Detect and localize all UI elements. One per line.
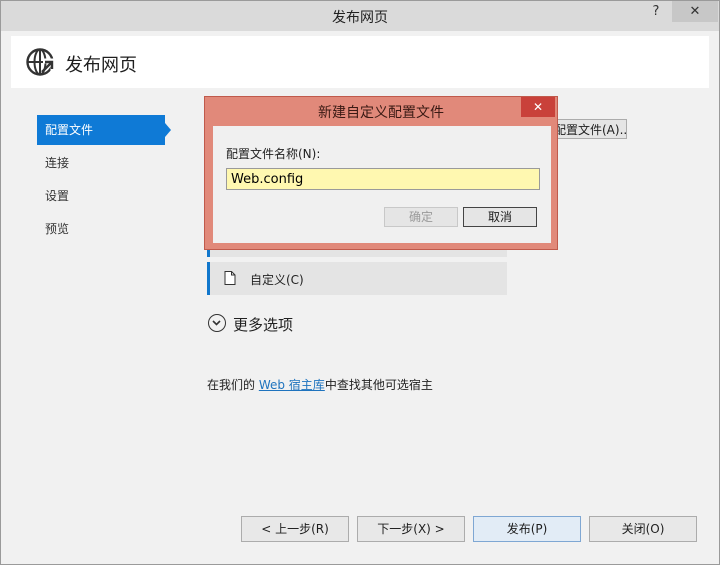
nav-item-connection[interactable]: 连接 bbox=[37, 148, 165, 178]
page-header: 发布网页 bbox=[11, 36, 709, 88]
custom-option-label: 自定义(C) bbox=[250, 273, 304, 287]
window-close-button[interactable]: ✕ bbox=[672, 1, 718, 22]
profile-button[interactable]: 配置文件(A)... bbox=[549, 119, 627, 139]
cancel-button[interactable]: 取消 bbox=[463, 207, 537, 227]
close-button[interactable]: 关闭(O) bbox=[589, 516, 697, 542]
nav-item-profile[interactable]: 配置文件 bbox=[37, 115, 165, 145]
dialog-close-button[interactable]: ✕ bbox=[521, 97, 555, 117]
publish-web-window: 发布网页 ? ✕ 发布网页 配置文件 连接 设置 预览 配置文件(A)... 自… bbox=[0, 0, 720, 565]
document-icon bbox=[224, 271, 236, 285]
new-custom-profile-dialog: 新建自定义配置文件 ✕ 配置文件名称(N): 确定 取消 bbox=[204, 96, 558, 250]
nav-active-arrow bbox=[165, 123, 171, 137]
host-text-before: 在我们的 bbox=[207, 378, 259, 392]
globe-publish-icon bbox=[26, 48, 55, 76]
help-button[interactable]: ? bbox=[649, 4, 663, 22]
web-host-gallery-link[interactable]: Web 宿主库 bbox=[259, 378, 325, 392]
profile-option-custom[interactable]: 自定义(C) bbox=[207, 262, 507, 295]
previous-button[interactable]: < 上一步(R) bbox=[241, 516, 349, 542]
profile-name-input[interactable] bbox=[226, 168, 540, 190]
host-gallery-text: 在我们的 Web 宿主库中查找其他可选宿主 bbox=[207, 376, 433, 393]
more-options-label: 更多选项 bbox=[233, 316, 294, 334]
chevron-down-circle-icon bbox=[208, 314, 226, 332]
next-button[interactable]: 下一步(X) > bbox=[357, 516, 465, 542]
window-titlebar[interactable]: 发布网页 ? ✕ bbox=[1, 1, 719, 31]
publish-button[interactable]: 发布(P) bbox=[473, 516, 581, 542]
page-title: 发布网页 bbox=[65, 55, 137, 76]
profile-name-label: 配置文件名称(N): bbox=[226, 147, 321, 161]
window-title: 发布网页 bbox=[332, 10, 388, 26]
nav-item-preview[interactable]: 预览 bbox=[37, 214, 165, 244]
ok-button[interactable]: 确定 bbox=[384, 207, 458, 227]
dialog-title: 新建自定义配置文件 bbox=[318, 105, 444, 121]
nav-item-settings[interactable]: 设置 bbox=[37, 181, 165, 211]
dialog-body: 配置文件名称(N): 确定 取消 bbox=[213, 126, 551, 243]
host-text-after: 中查找其他可选宿主 bbox=[324, 378, 433, 392]
